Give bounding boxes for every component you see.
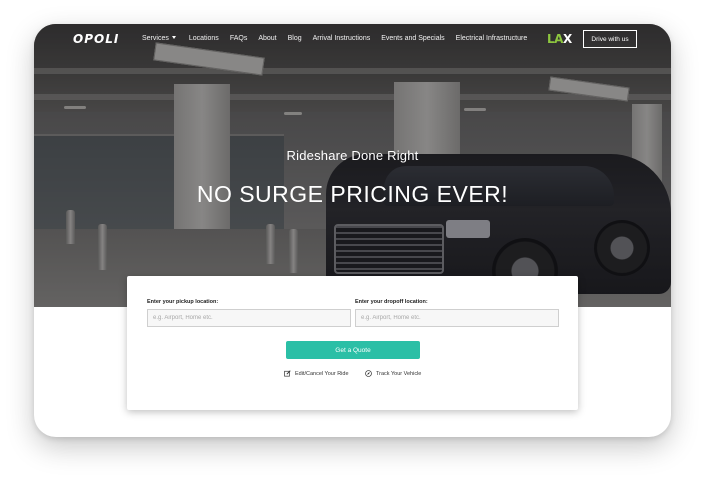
- dropoff-location-input[interactable]: [355, 309, 559, 327]
- track-vehicle-link[interactable]: Track Your Vehicle: [365, 370, 421, 377]
- chevron-down-icon: [171, 36, 176, 39]
- hero-overlay: [34, 24, 671, 307]
- nav-item-about[interactable]: About: [258, 35, 276, 42]
- nav-item-electrical-infrastructure[interactable]: Electrical Infrastructure: [456, 35, 528, 42]
- nav-item-services[interactable]: Services: [142, 35, 176, 42]
- dropoff-label: Enter your dropoff location:: [355, 299, 428, 305]
- lax-partner-logo[interactable]: LAX: [547, 32, 572, 46]
- top-navbar: OPOLI Services Locations FAQs About Blog…: [34, 24, 671, 54]
- drive-with-us-button[interactable]: Drive with us: [583, 30, 637, 48]
- nav-item-locations[interactable]: Locations: [189, 35, 219, 42]
- nav-item-blog[interactable]: Blog: [288, 35, 302, 42]
- lax-logo-accent: X: [562, 32, 572, 46]
- lax-logo-text: LA: [547, 32, 563, 46]
- edit-icon: [284, 370, 291, 377]
- nav-links: Services Locations FAQs About Blog Arriv…: [142, 35, 527, 42]
- nav-item-events-specials[interactable]: Events and Specials: [381, 35, 444, 42]
- edit-cancel-ride-link[interactable]: Edit/Cancel Your Ride: [284, 370, 349, 377]
- hero-banner: OPOLI Services Locations FAQs About Blog…: [34, 24, 671, 307]
- site-logo[interactable]: OPOLI: [73, 32, 119, 46]
- pickup-location-input[interactable]: [147, 309, 351, 327]
- nav-item-faqs[interactable]: FAQs: [230, 35, 248, 42]
- compass-icon: [365, 370, 372, 377]
- pickup-label: Enter your pickup location:: [147, 299, 219, 305]
- nav-item-arrival-instructions[interactable]: Arrival Instructions: [313, 35, 371, 42]
- hero-subtitle: Rideshare Done Right: [286, 148, 419, 163]
- hero-title: NO SURGE PRICING EVER!: [196, 181, 509, 207]
- edit-cancel-ride-label: Edit/Cancel Your Ride: [295, 370, 349, 377]
- nav-item-label: Services: [142, 35, 169, 42]
- track-vehicle-label: Track Your Vehicle: [376, 370, 422, 377]
- get-quote-button[interactable]: Get a Quote: [286, 341, 420, 359]
- browser-frame: OPOLI Services Locations FAQs About Blog…: [34, 24, 671, 437]
- quote-form-card: Enter your pickup location: Enter your d…: [127, 276, 578, 410]
